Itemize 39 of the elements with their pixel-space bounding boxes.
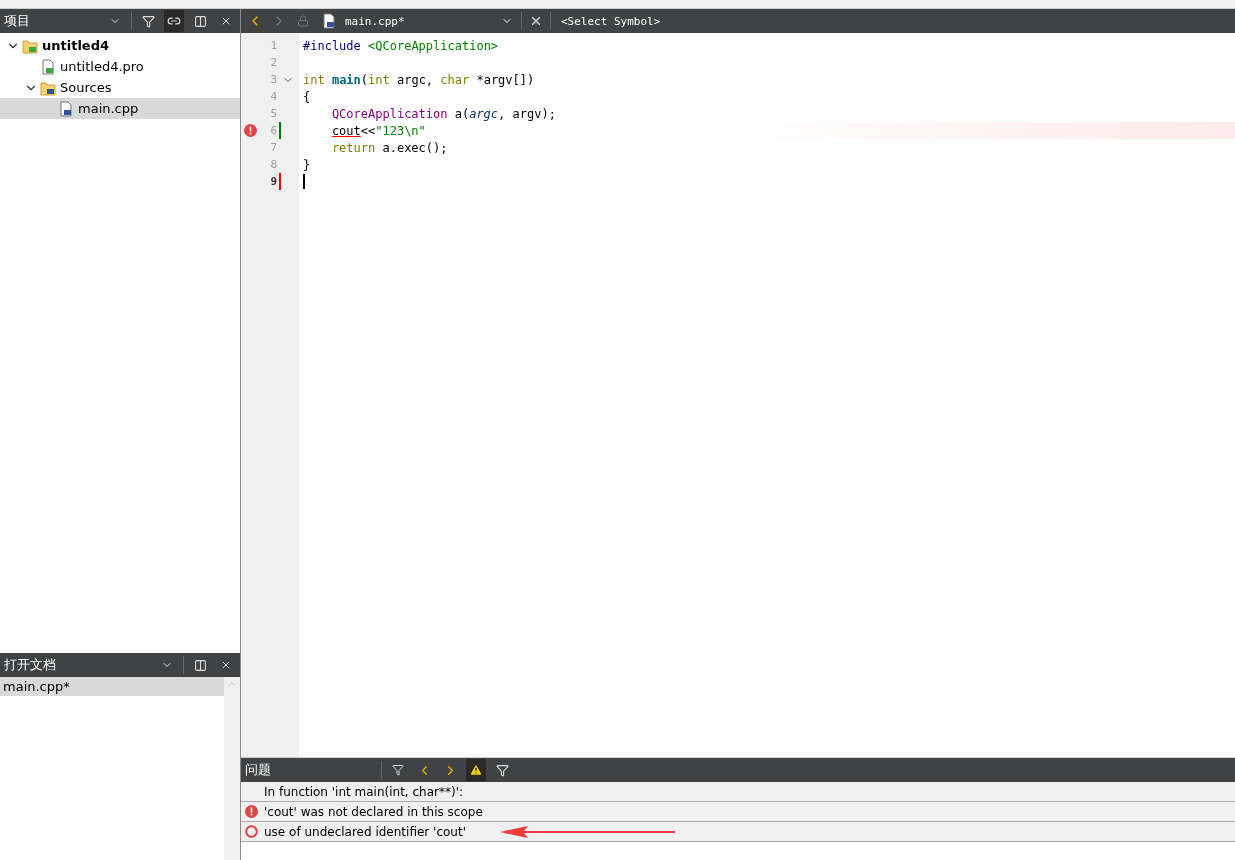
line-number: 2 bbox=[269, 56, 277, 69]
issue-text: 'cout' was not declared in this scope bbox=[264, 804, 483, 819]
folder-icon bbox=[40, 79, 56, 96]
panel-title: 问题 bbox=[245, 761, 272, 779]
warning-icon[interactable] bbox=[466, 759, 486, 781]
circle-icon bbox=[245, 825, 258, 838]
panel-title: 项目 bbox=[4, 12, 31, 30]
code-line: int main(int argc, char *argv[]) bbox=[303, 72, 535, 87]
document-item[interactable]: main.cpp* bbox=[0, 677, 224, 696]
line-number: 8 bbox=[269, 158, 277, 171]
tree-item[interactable]: untitled4.pro bbox=[0, 56, 240, 77]
panel-title: 打开文档 bbox=[4, 656, 57, 674]
file-icon bbox=[40, 58, 56, 75]
error-icon bbox=[245, 805, 258, 818]
line-number: 9 bbox=[269, 175, 277, 188]
text-cursor bbox=[303, 174, 305, 189]
code-line: cout<<"123\n" bbox=[330, 123, 426, 138]
tree-item[interactable]: Sources bbox=[0, 77, 240, 98]
code-line: #include <QCoreApplication> bbox=[303, 38, 499, 53]
code-line: return a.exec(); bbox=[330, 140, 448, 155]
line-number: 3 bbox=[269, 73, 277, 86]
tree-item[interactable]: main.cpp bbox=[0, 98, 240, 119]
file-selector[interactable]: main.cpp* bbox=[317, 10, 517, 32]
folder-icon bbox=[22, 37, 38, 54]
line-number: 6 bbox=[269, 124, 277, 137]
code-line: { bbox=[303, 89, 311, 104]
code-line: QCoreApplication a(argc, argv); bbox=[330, 106, 556, 121]
line-number: 7 bbox=[269, 141, 277, 154]
link-icon[interactable] bbox=[164, 10, 184, 32]
line-number: 1 bbox=[269, 39, 277, 52]
line-number: 5 bbox=[269, 107, 277, 120]
line-number: 4 bbox=[269, 90, 277, 103]
symbol-selector[interactable]: <Select Symbol> bbox=[555, 10, 667, 32]
issue-text: In function 'int main(int, char**)': bbox=[264, 784, 463, 799]
file-icon bbox=[321, 13, 337, 29]
tree-item[interactable]: untitled4 bbox=[0, 35, 240, 56]
code-line: } bbox=[303, 157, 311, 172]
file-icon bbox=[58, 100, 74, 117]
issue-text: use of undeclared identifier 'cout' bbox=[264, 824, 466, 839]
